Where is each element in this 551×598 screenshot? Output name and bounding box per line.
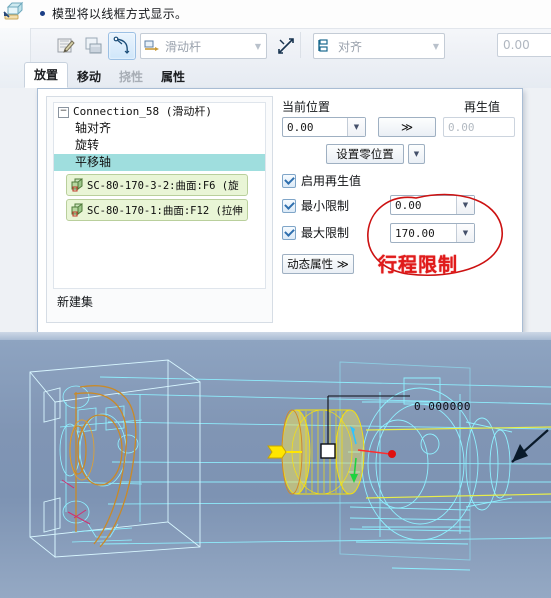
direction-arrow-icon xyxy=(511,429,549,463)
model-viewport[interactable]: 野火论坛 www.proewildfire.cn xyxy=(0,332,551,598)
tree-item-rotation[interactable]: 旋转 xyxy=(54,137,265,154)
max-limit-value: 170.00 xyxy=(395,226,435,240)
placement-panel: −Connection_58 (滑动杆) 轴对齐 旋转 平移轴 SC-80-1 xyxy=(37,88,523,334)
viewport-top-strip xyxy=(0,332,551,340)
new-set-link[interactable]: 新建集 xyxy=(57,293,93,310)
tab-flexible[interactable]: 挠性 xyxy=(110,66,152,88)
reference-item-2-label: SC-80-170-1:曲面:F12 (拉伸 xyxy=(87,204,243,217)
tab-properties[interactable]: 属性 xyxy=(152,66,194,88)
constraint-type-combo[interactable]: 对齐 ▼ xyxy=(313,33,445,59)
set-zero-position-button[interactable]: 设置零位置 xyxy=(326,144,404,164)
chevron-down-icon[interactable]: ▼ xyxy=(428,42,444,51)
tree-root-row[interactable]: − Connection_58 (滑动杆) xyxy=(54,103,265,120)
tree-root-label: Connection_58 (滑动杆) xyxy=(73,105,212,118)
chevron-down-icon[interactable]: ▼ xyxy=(250,42,266,51)
dimension-handle xyxy=(320,443,336,459)
enable-regen-value-label: 启用再生值 xyxy=(301,174,362,188)
properties-pane: 当前位置 再生值 0.00 ▼ ≫ 0.00 设置零位置 ▼ 启用再生值 最小限… xyxy=(282,96,515,321)
chevron-down-icon[interactable]: ▼ xyxy=(456,224,474,242)
min-limit-input[interactable]: 0.00 ▼ xyxy=(390,195,475,215)
surface-ref-icon xyxy=(67,178,87,192)
application-window: 模型将以线框方式显示。 滑动杆 ▼ 对齐 ▼ 0.00 放置 移动 挠性 属性 … xyxy=(0,0,551,598)
max-limit-input[interactable]: 170.00 ▼ xyxy=(390,223,475,243)
align-icon xyxy=(314,39,336,53)
placement-button[interactable] xyxy=(80,32,108,60)
enable-regen-value-checkbox[interactable]: 启用再生值 xyxy=(282,172,361,189)
message-bar: 模型将以线框方式显示。 xyxy=(0,0,551,29)
tree-item-axis-align[interactable]: 轴对齐 xyxy=(54,120,265,137)
regen-value: 0.00 xyxy=(448,120,475,134)
reference-item-1[interactable]: SC-80-170-3-2:曲面:F6 (旋 xyxy=(66,174,248,196)
min-limit-value: 0.00 xyxy=(395,198,422,212)
connection-tree[interactable]: −Connection_58 (滑动杆) 轴对齐 旋转 平移轴 SC-80-1 xyxy=(53,102,266,289)
checkbox-icon xyxy=(282,225,296,240)
ribbon-area: 模型将以线框方式显示。 滑动杆 ▼ 对齐 ▼ 0.00 放置 移动 挠性 属性 xyxy=(0,0,551,88)
max-limit-label: 最大限制 xyxy=(301,226,350,240)
tab-move[interactable]: 移动 xyxy=(68,66,110,88)
max-limit-checkbox[interactable]: 最大限制 xyxy=(282,224,349,241)
connection-type-combo[interactable]: 滑动杆 ▼ xyxy=(140,33,267,59)
toolbar-separator xyxy=(300,32,301,58)
chevron-down-icon[interactable]: ▼ xyxy=(347,118,365,136)
wireframe-model xyxy=(29,359,551,571)
chevron-down-icon[interactable]: ▼ xyxy=(456,196,474,214)
transfer-value-button[interactable]: ≫ xyxy=(378,117,436,137)
offset-value-input[interactable]: 0.00 xyxy=(497,33,551,57)
current-position-label: 当前位置 xyxy=(282,100,331,114)
connection-type-value: 滑动杆 xyxy=(165,39,202,54)
wireframe-display-icon xyxy=(2,1,28,27)
regen-value-input: 0.00 xyxy=(443,117,515,137)
min-limit-checkbox[interactable]: 最小限制 xyxy=(282,197,349,214)
checkbox-icon xyxy=(282,173,296,188)
slider-joint-icon xyxy=(141,39,163,53)
checkbox-icon xyxy=(282,198,296,213)
min-limit-label: 最小限制 xyxy=(301,199,350,213)
connection-axis-button[interactable] xyxy=(108,32,136,60)
edit-definition-button[interactable] xyxy=(52,32,80,60)
tab-placement[interactable]: 放置 xyxy=(24,62,69,88)
tree-item-translation-axis[interactable]: 平移轴 xyxy=(54,154,265,171)
message-bullet xyxy=(40,11,45,16)
annotation-text: 行程限制 xyxy=(378,254,459,276)
surface-ref-icon xyxy=(67,203,87,217)
flip-direction-button[interactable] xyxy=(272,32,300,60)
dynamic-properties-button[interactable]: 动态属性 ≫ xyxy=(282,254,354,274)
tab-bar: 放置 移动 挠性 属性 xyxy=(24,62,194,88)
current-position-input[interactable]: 0.00 ▼ xyxy=(282,117,366,137)
current-position-value: 0.00 xyxy=(287,120,314,134)
set-zero-dropdown-arrow[interactable]: ▼ xyxy=(408,144,425,164)
reference-item-2[interactable]: SC-80-170-1:曲面:F12 (拉伸 xyxy=(66,199,248,221)
reference-item-1-label: SC-80-170-3-2:曲面:F6 (旋 xyxy=(87,179,239,192)
regen-value-label: 再生值 xyxy=(464,100,501,114)
message-text: 模型将以线框方式显示。 xyxy=(52,7,188,21)
constraint-type-value: 对齐 xyxy=(338,39,363,54)
tree-expander-icon[interactable]: − xyxy=(58,106,69,118)
dimension-value-label[interactable]: 0.000000 xyxy=(414,400,471,413)
connection-set-pane: −Connection_58 (滑动杆) 轴对齐 旋转 平移轴 SC-80-1 xyxy=(46,96,273,323)
